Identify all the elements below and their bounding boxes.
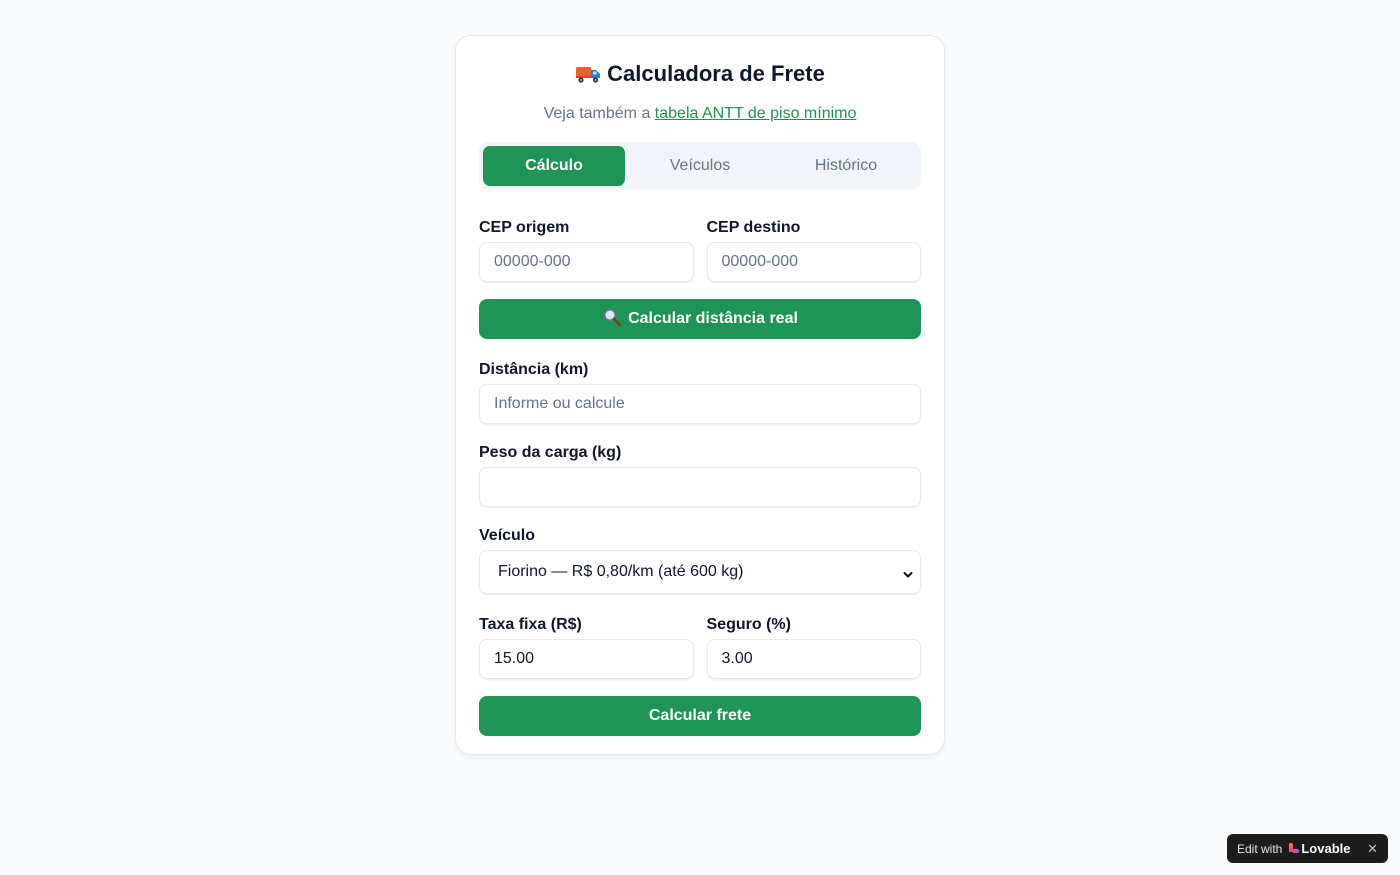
edit-with-lovable-badge[interactable]: Edit with Lovable ✕ [1227, 834, 1388, 863]
freight-calculator-card: Calculadora de Frete Veja também a tabel… [455, 35, 945, 755]
cep-origem-label: CEP origem [479, 219, 570, 236]
magnifier-icon [602, 307, 622, 332]
page-title-text: Calculadora de Frete [607, 61, 825, 86]
calculate-freight-label: Calcular frete [648, 707, 752, 724]
veiculo-select[interactable]: Fiorino — R$ 0,80/km (até 600 kg) [479, 550, 921, 594]
seguro-label: Seguro (%) [706, 616, 791, 633]
cep-origem-field: CEP origem [479, 218, 694, 282]
calculate-distance-label: Calcular distância real [628, 310, 798, 327]
lovable-logo: Lovable [1288, 841, 1350, 856]
calculate-distance-button[interactable]: Calcular distância real [479, 299, 921, 339]
fees-row: Taxa fixa (R$) Seguro (%) [479, 615, 921, 679]
lovable-heart-icon [1289, 843, 1300, 853]
taxa-fixa-label: Taxa fixa (R$) [479, 616, 582, 633]
cep-row: CEP origem CEP destino [479, 218, 921, 282]
taxa-fixa-field: Taxa fixa (R$) [479, 615, 694, 679]
cep-destino-field: CEP destino [706, 218, 921, 282]
peso-input[interactable] [479, 467, 921, 507]
taxa-fixa-input[interactable] [479, 639, 694, 679]
chevron-down-icon [903, 567, 913, 578]
close-icon[interactable]: ✕ [1367, 841, 1378, 857]
seguro-input[interactable] [706, 639, 921, 679]
peso-field: Peso da carga (kg) [479, 443, 921, 507]
veiculo-select-value[interactable]: Fiorino — R$ 0,80/km (até 600 kg) [479, 550, 921, 594]
cep-destino-input[interactable] [706, 242, 921, 282]
distancia-label: Distância (km) [479, 361, 589, 378]
distancia-input[interactable] [479, 384, 921, 424]
veiculo-label: Veículo [479, 527, 536, 544]
calculate-freight-button[interactable]: Calcular frete [479, 696, 921, 736]
page-title: Calculadora de Frete [479, 60, 921, 88]
distancia-field: Distância (km) [479, 360, 921, 424]
subtitle-prefix: Veja também a [543, 105, 651, 122]
antt-table-link[interactable]: tabela ANTT de piso mínimo [655, 105, 857, 122]
cep-origem-input[interactable] [479, 242, 694, 282]
peso-label: Peso da carga (kg) [479, 444, 622, 461]
seguro-field: Seguro (%) [706, 615, 921, 679]
subtitle: Veja também a tabela ANTT de piso mínimo [479, 104, 921, 124]
tab-bar: Cálculo Veículos Histórico [479, 142, 921, 190]
cep-destino-label: CEP destino [706, 219, 801, 236]
badge-prefix: Edit with [1237, 841, 1283, 856]
tab-historico[interactable]: Histórico [775, 146, 917, 186]
truck-icon [575, 63, 601, 85]
veiculo-field: Veículo Fiorino — R$ 0,80/km (até 600 kg… [479, 526, 921, 594]
tab-calculo[interactable]: Cálculo [483, 146, 625, 186]
badge-brand: Lovable [1301, 841, 1351, 856]
tab-veiculos[interactable]: Veículos [629, 146, 771, 186]
